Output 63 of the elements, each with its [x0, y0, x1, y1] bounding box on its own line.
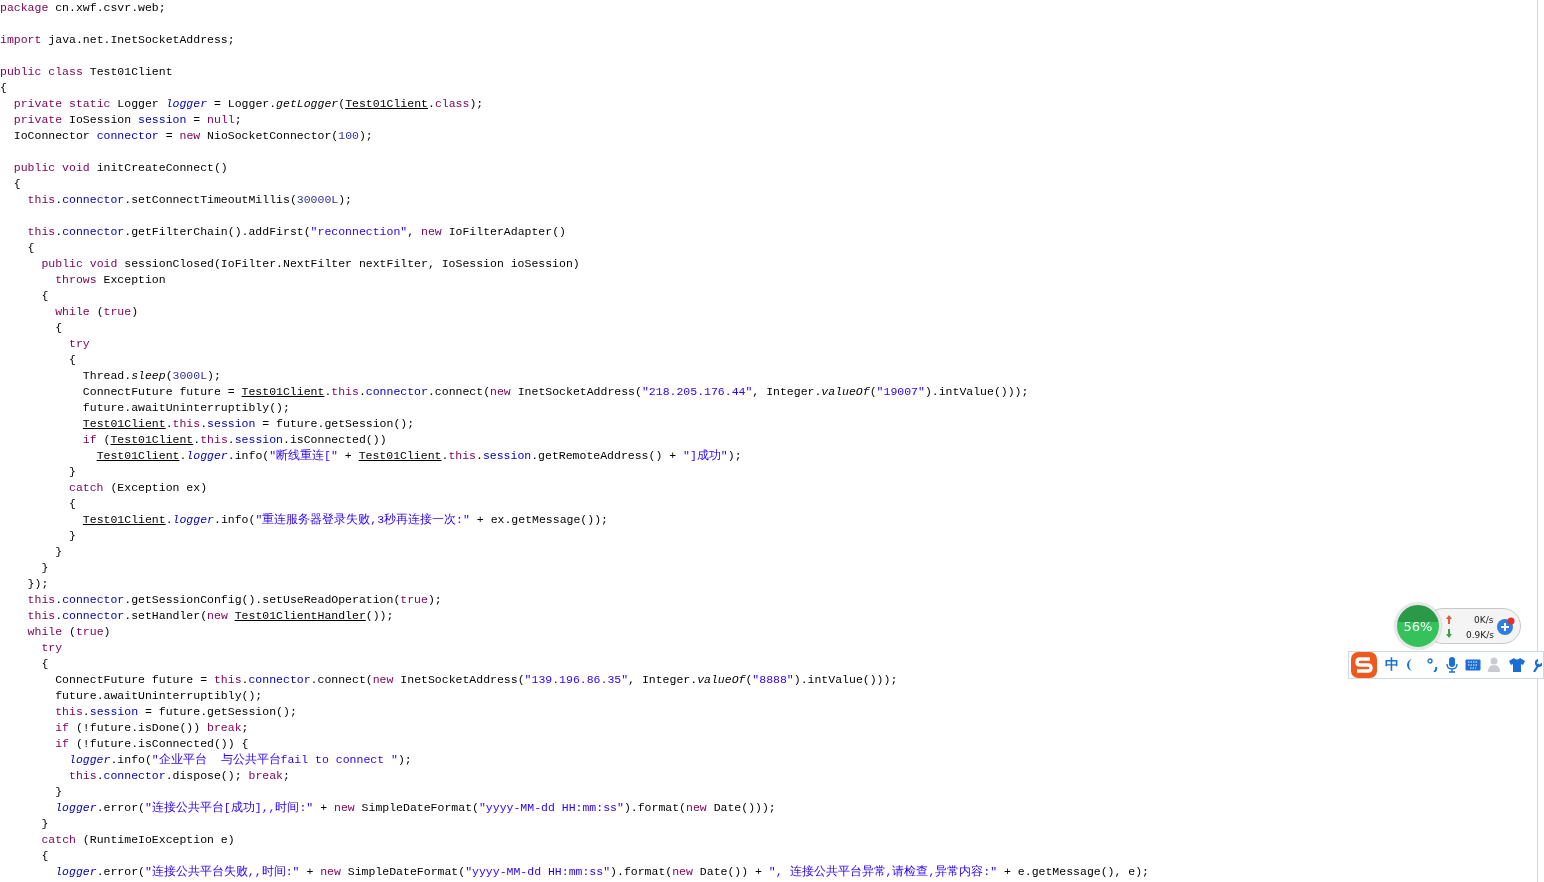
- code-line: ConnectFuture future = this.connector.connect(new InetSocketAddress("139.196.86.35", Integer.valueOf("8888").intValue()));: [54, 672, 898, 688]
- code-line: {: [0, 80, 7, 96]
- add-icon[interactable]: [1497, 617, 1515, 635]
- code-line: Test01Client.logger.info("重连服务器登录失败,3秒再连接一次:" + ex.getMessage());: [81, 512, 608, 528]
- code-line: private static Logger logger = Logger.getLogger(Test01Client.class);: [12, 96, 484, 112]
- code-line: future.awaitUninterruptibly();: [81, 400, 290, 416]
- code-line: {: [68, 496, 76, 512]
- code-line: }: [40, 816, 49, 832]
- code-line: if (!future.isConnected()) {: [54, 736, 249, 752]
- code-line: if (!future.isDone()) break;: [54, 720, 249, 736]
- code-line: });: [26, 576, 49, 592]
- code-line: future.awaitUninterruptibly();: [54, 688, 263, 704]
- code-line: while (true): [54, 304, 139, 320]
- code-line: {: [54, 320, 63, 336]
- microphone-icon[interactable]: [1446, 657, 1458, 673]
- download-speed: 0.9K/s: [1466, 630, 1494, 640]
- code-line: throws Exception: [54, 272, 166, 288]
- code-line: this.session = future.getSession();: [54, 704, 297, 720]
- code-line: this.connector.getFilterChain().addFirst("reconnection", new IoFilterAdapter(): [26, 224, 566, 240]
- code-line: {: [40, 288, 49, 304]
- code-line: }: [54, 784, 63, 800]
- code-line: this.connector.setHandler(new Test01ClientHandler());: [26, 608, 394, 624]
- code-line: ConnectFuture future = Test01Client.this.connector.connect(new InetSocketAddress("218.205.176.44", Integer.valueOf("19007").intValue()));: [81, 384, 1029, 400]
- code-line: Thread.sleep(3000L);: [81, 368, 221, 384]
- code-line: public class Test01Client: [0, 64, 173, 80]
- code-line: Test01Client.this.session = future.getSession();: [81, 416, 415, 432]
- code-line: catch (Exception ex): [68, 480, 208, 496]
- code-line: {: [26, 240, 35, 256]
- code-line: logger.error("连接公共平台失败,,时间:" + new SimpleDateFormat("yyyy-MM-dd HH:mm:ss").format(new Date()) + ", 连接公共平台异常,请检查,异常内容:" + e.getMessage(), e);: [54, 864, 1149, 880]
- code-line: }: [54, 544, 63, 560]
- upload-speed: 0K/s: [1474, 615, 1494, 625]
- upload-arrow-icon: [1446, 615, 1452, 624]
- code-line: {: [12, 176, 21, 192]
- code-line: {: [40, 656, 49, 672]
- code-line: {: [68, 352, 76, 368]
- code-line: try: [40, 640, 63, 656]
- code-line: this.connector.getSessionConfig().setUseReadOperation(true);: [26, 592, 442, 608]
- code-line: logger.info("企业平台 与公共平台fail to connect ");: [68, 752, 412, 768]
- code-line: this.connector.dispose(); break;: [68, 768, 290, 784]
- code-line: }: [68, 464, 76, 480]
- keyboard-icon[interactable]: [1465, 659, 1481, 671]
- code-line: catch (RuntimeIoException e): [40, 832, 235, 848]
- code-line: if (Test01Client.this.session.isConnected()): [81, 432, 387, 448]
- code-line: import java.net.InetSocketAddress;: [0, 32, 235, 48]
- code-line: this.connector.setConnectTimeoutMillis(30000L);: [26, 192, 352, 208]
- input-mode-toggle[interactable]: 中: [1385, 656, 1399, 674]
- code-line: }: [68, 528, 76, 544]
- punctuation-icon[interactable]: [1427, 658, 1439, 672]
- code-line: }: [40, 560, 49, 576]
- wrench-icon[interactable]: [1532, 658, 1542, 672]
- code-line: try: [68, 336, 90, 352]
- code-line: logger.error("连接公共平台[成功],,时间:" + new SimpleDateFormat("yyyy-MM-dd HH:mm:ss").format(new Date()));: [54, 800, 776, 816]
- code-line: while (true): [26, 624, 111, 640]
- code-line: public void sessionClosed(IoFilter.NextFilter nextFilter, IoSession ioSession): [40, 256, 580, 272]
- shirt-icon[interactable]: [1509, 658, 1525, 672]
- download-arrow-icon: [1446, 629, 1452, 638]
- code-line: package cn.xwf.csvr.web;: [0, 0, 166, 16]
- code-line: private IoSession session = null;: [12, 112, 242, 128]
- code-line: Test01Client.logger.info("断线重连[" + Test01Client.this.session.getRemoteAddress() + "]成功");: [95, 448, 742, 464]
- code-line: public void initCreateConnect(): [12, 160, 228, 176]
- code-line: {: [40, 848, 49, 864]
- ime-logo-icon[interactable]: [1350, 651, 1378, 679]
- code-line: IoConnector connector = new NioSocketConnector(100);: [12, 128, 373, 144]
